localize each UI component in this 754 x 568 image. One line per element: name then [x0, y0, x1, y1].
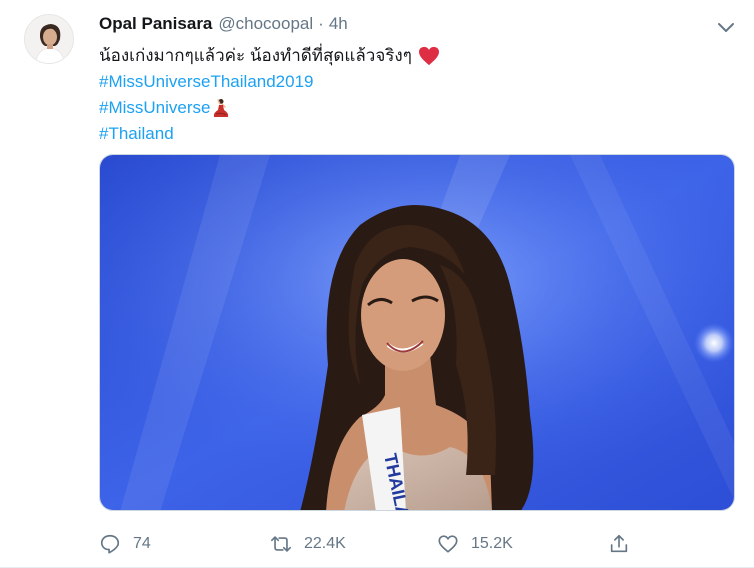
photo-image: THAILA — [100, 155, 734, 510]
tweet-text-content: น้องเก่งมากๆแล้วค่ะ น้องทำดีที่สุดแล้วจร… — [99, 46, 412, 65]
woman-dancing-icon — [214, 99, 229, 117]
reply-icon — [100, 534, 120, 554]
tweet-text: น้องเก่งมากๆแล้วค่ะ น้องทำดีที่สุดแล้วจร… — [99, 43, 739, 147]
hashtag-link[interactable]: #Thailand — [99, 121, 174, 147]
hashtag-link[interactable]: #MissUniverseThailand2019 — [99, 69, 314, 95]
like-button[interactable]: 15.2K — [437, 530, 513, 558]
share-button[interactable] — [608, 530, 630, 558]
avatar-image — [25, 15, 73, 63]
tweet-card[interactable]: Opal Panisara @chocoopal · 4h น้องเก่งมา… — [0, 0, 754, 568]
chevron-down-icon[interactable] — [717, 22, 735, 34]
tweet-header: Opal Panisara @chocoopal · 4h — [99, 14, 348, 36]
reply-button[interactable]: 74 — [99, 530, 151, 558]
tweet-actions: 74 22.4K 15.2K — [99, 530, 739, 558]
share-icon — [610, 534, 628, 553]
retweet-button[interactable]: 22.4K — [270, 530, 346, 558]
tweet-photo[interactable]: THAILA — [99, 154, 735, 511]
tweet-text-line: น้องเก่งมากๆแล้วค่ะ น้องทำดีที่สุดแล้วจร… — [99, 43, 739, 69]
avatar[interactable] — [24, 14, 74, 64]
tweet-timestamp[interactable]: 4h — [329, 14, 348, 34]
author-name[interactable]: Opal Panisara — [99, 14, 212, 34]
hashtag-link[interactable]: #MissUniverse — [99, 95, 210, 121]
heart-icon — [438, 535, 458, 553]
retweet-icon — [271, 536, 291, 552]
author-handle[interactable]: @chocoopal — [218, 14, 313, 34]
retweet-count: 22.4K — [304, 535, 346, 552]
red-heart-icon — [418, 46, 439, 66]
header-separator: · — [318, 14, 324, 33]
reply-count: 74 — [133, 535, 151, 552]
like-count: 15.2K — [471, 535, 513, 552]
